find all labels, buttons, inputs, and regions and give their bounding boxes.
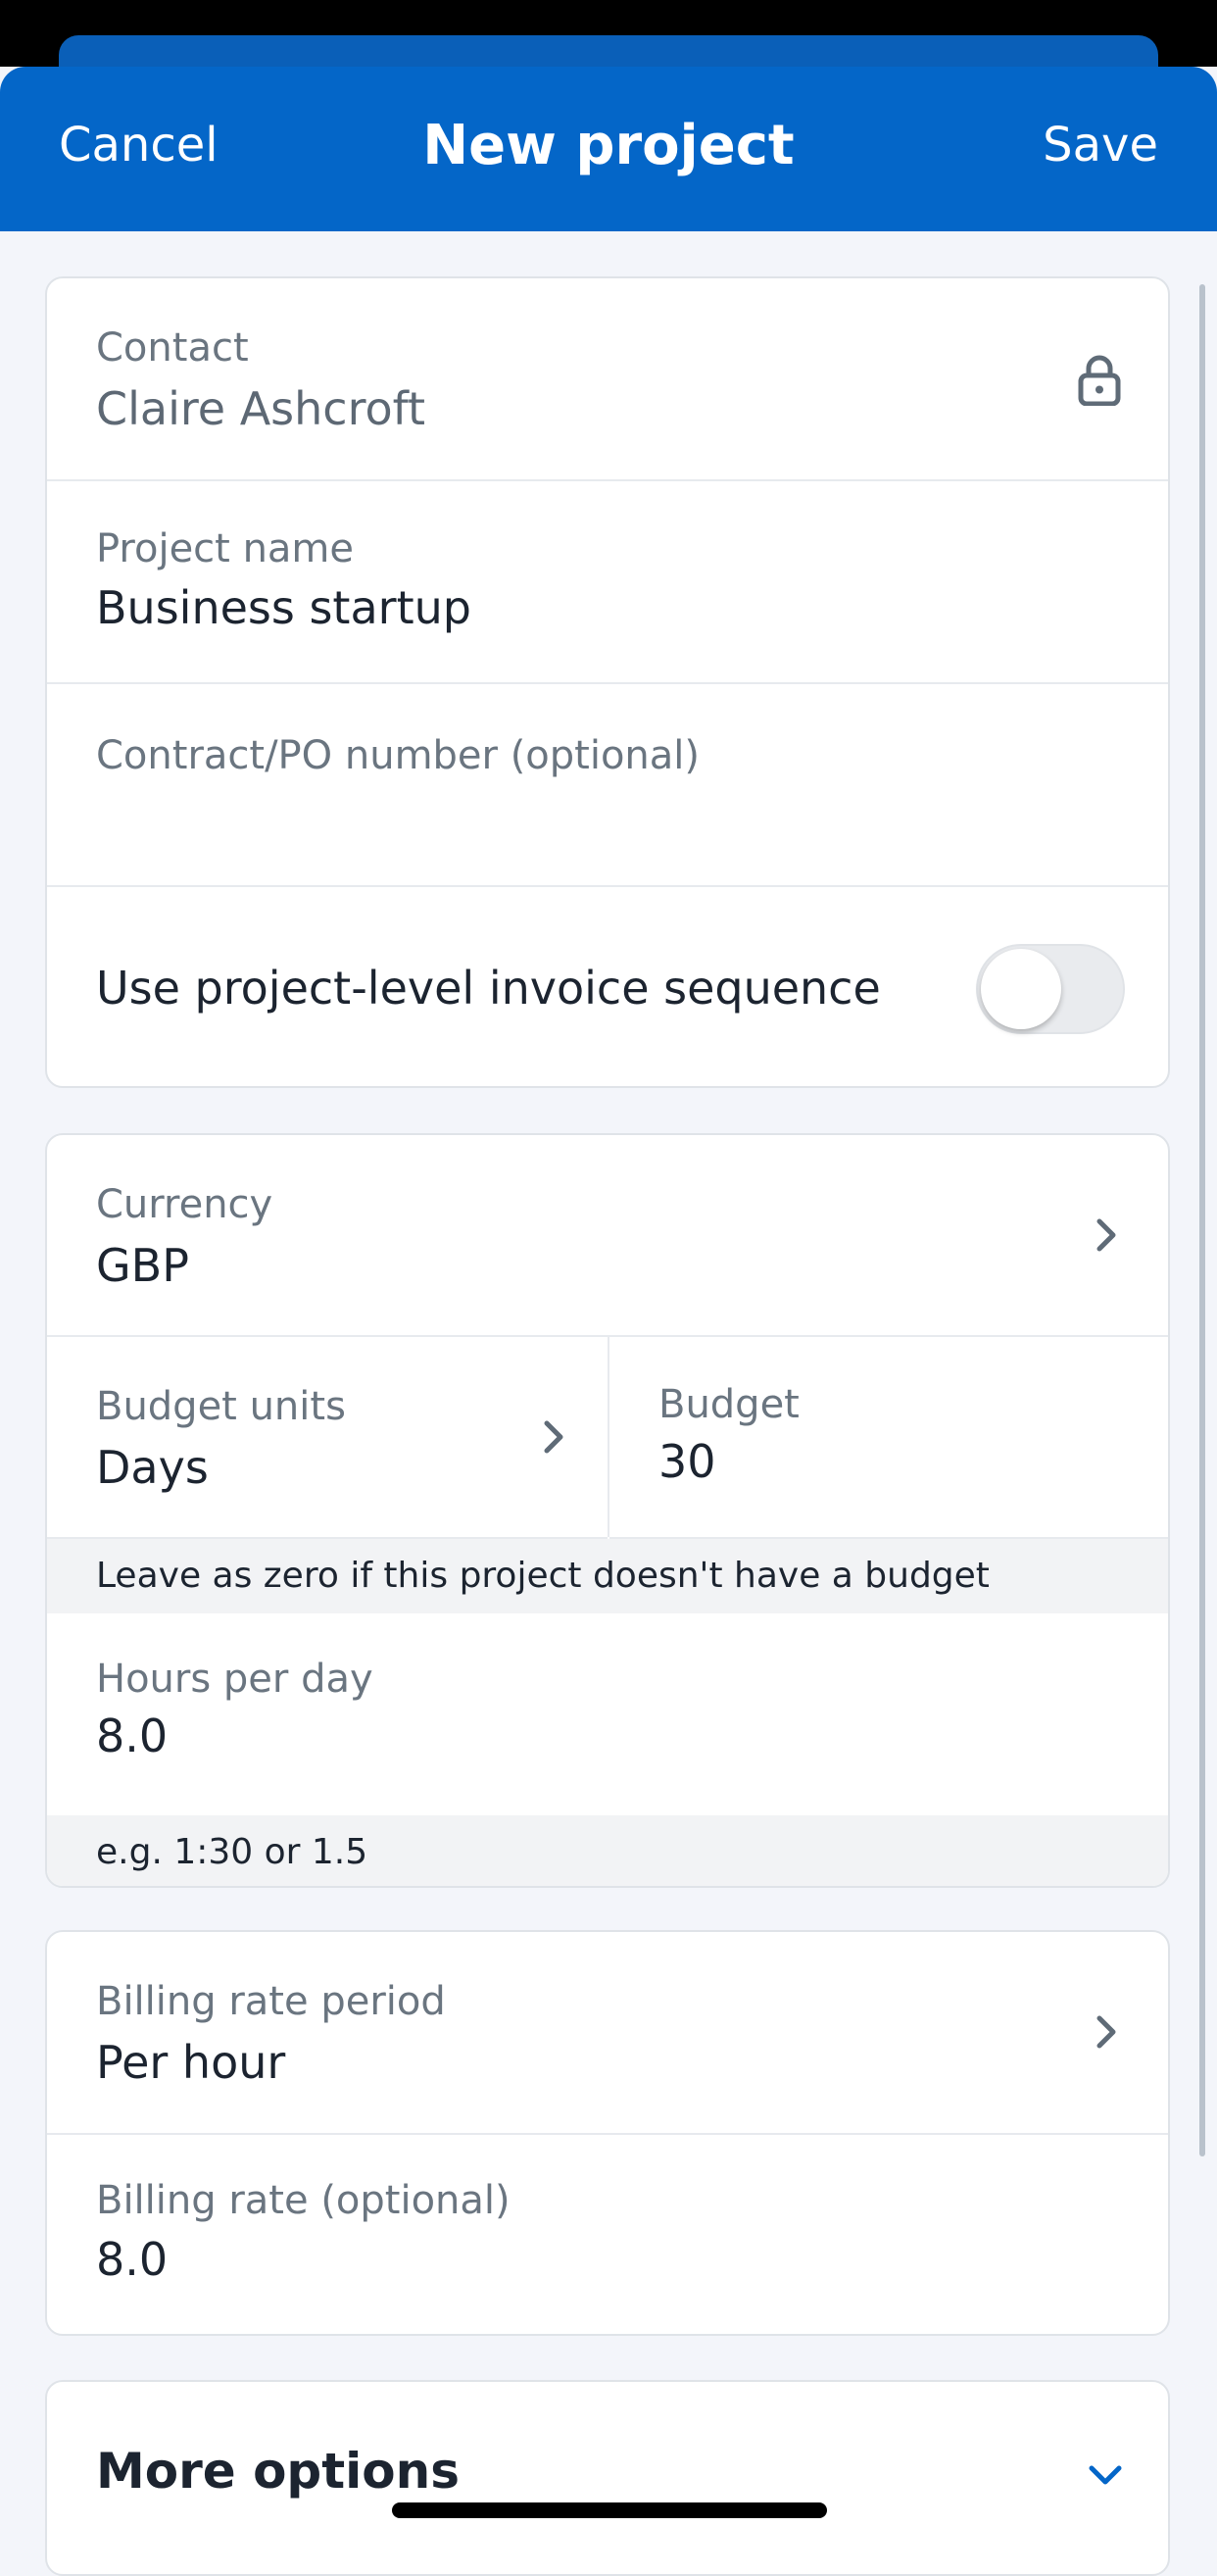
hours-per-day-label: Hours per day <box>96 1657 373 1702</box>
hours-per-day-value[interactable]: 8.0 <box>96 1709 168 1762</box>
currency-label: Currency <box>96 1182 273 1227</box>
page-title: New project <box>422 114 795 177</box>
scrollbar[interactable] <box>1199 284 1205 2156</box>
budget-units-value: Days <box>96 1441 209 1494</box>
billing-rate-field[interactable]: Billing rate (optional) 8.0 <box>47 2135 1168 2334</box>
save-button[interactable]: Save <box>1043 118 1158 173</box>
hours-per-day-field[interactable]: Hours per day 8.0 <box>47 1613 1168 1815</box>
hours-hint: e.g. 1:30 or 1.5 <box>47 1815 1168 1886</box>
budget-card: Currency GBP Budget units Days Budget 30… <box>45 1133 1170 1888</box>
budget-units-label: Budget units <box>96 1384 346 1429</box>
hours-hint-text: e.g. 1:30 or 1.5 <box>96 1832 368 1872</box>
budget-hint: Leave as zero if this project doesn't ha… <box>47 1539 1168 1613</box>
budget-label: Budget <box>658 1382 800 1427</box>
lock-icon <box>1078 355 1121 406</box>
billing-rate-value[interactable]: 8.0 <box>96 2233 168 2286</box>
invoice-sequence-row: Use project-level invoice sequence <box>47 887 1168 1086</box>
project-name-value[interactable]: Business startup <box>96 581 471 634</box>
navigation-bar: Cancel New project Save <box>0 67 1217 231</box>
invoice-sequence-label: Use project-level invoice sequence <box>96 962 881 1015</box>
chevron-right-icon <box>1096 1218 1116 1252</box>
project-details-card: Contact Claire Ashcroft Project name Bus… <box>45 276 1170 1088</box>
budget-field[interactable]: Budget 30 <box>609 1337 1168 1539</box>
more-options-label: More options <box>96 2443 460 2500</box>
project-name-field[interactable]: Project name Business startup <box>47 481 1168 684</box>
billing-rate-label: Billing rate (optional) <box>96 2178 511 2223</box>
billing-rate-period-label: Billing rate period <box>96 1979 446 2024</box>
chevron-right-icon <box>544 1420 563 1454</box>
contract-po-field[interactable]: Contract/PO number (optional) <box>47 684 1168 887</box>
budget-hint-text: Leave as zero if this project doesn't ha… <box>96 1556 990 1596</box>
more-options-card[interactable]: More options <box>45 2380 1170 2576</box>
billing-rate-period-value: Per hour <box>96 2036 286 2089</box>
currency-field[interactable]: Currency GBP <box>47 1135 1168 1337</box>
project-name-label: Project name <box>96 526 355 571</box>
billing-card: Billing rate period Per hour Billing rat… <box>45 1930 1170 2336</box>
budget-units-field[interactable]: Budget units Days <box>47 1337 608 1539</box>
toggle-knob <box>981 949 1061 1029</box>
chevron-down-icon <box>1089 2465 1122 2485</box>
chevron-right-icon <box>1096 2015 1116 2049</box>
contact-value: Claire Ashcroft <box>96 382 426 435</box>
billing-rate-period-field[interactable]: Billing rate period Per hour <box>47 1932 1168 2135</box>
currency-value: GBP <box>96 1239 189 1292</box>
contract-po-label: Contract/PO number (optional) <box>96 733 701 778</box>
contact-field: Contact Claire Ashcroft <box>47 278 1168 481</box>
contact-label: Contact <box>96 325 249 371</box>
home-indicator <box>392 2502 827 2518</box>
invoice-sequence-toggle[interactable] <box>976 944 1125 1034</box>
budget-value[interactable]: 30 <box>658 1435 716 1488</box>
